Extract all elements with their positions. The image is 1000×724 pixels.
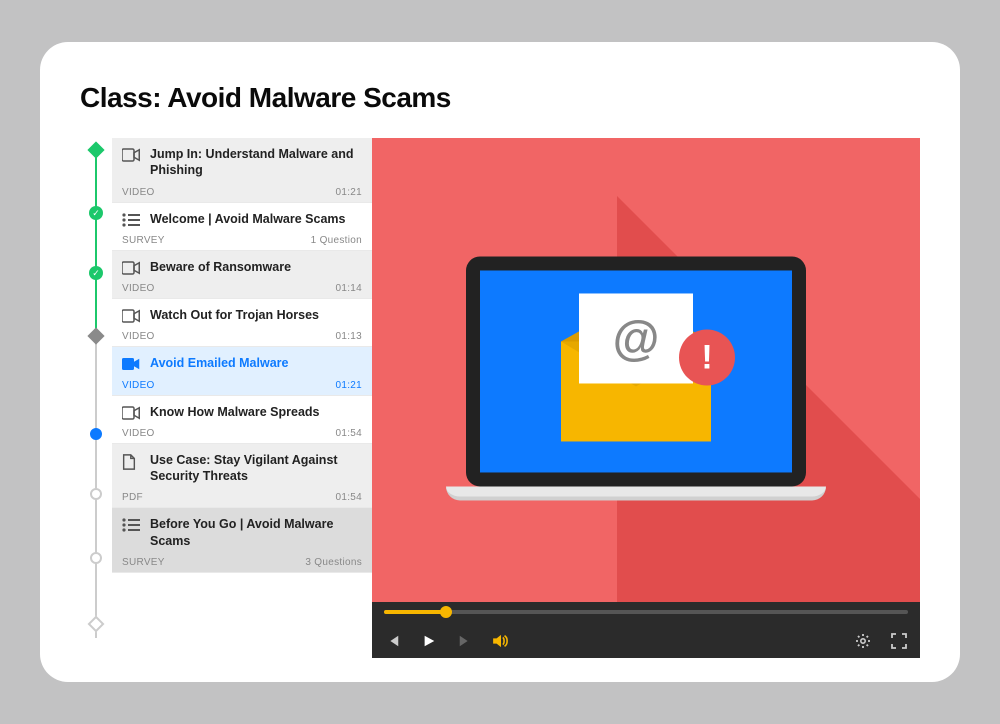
lesson-title: Know How Malware Spreads <box>150 404 319 420</box>
video-icon <box>122 261 140 275</box>
video-controls-bar <box>372 602 920 658</box>
lesson-item[interactable]: Welcome | Avoid Malware Scams SURVEY 1 Q… <box>112 203 372 251</box>
lesson-type: PDF <box>122 492 143 503</box>
progress-thumb[interactable] <box>440 606 452 618</box>
lessons-list: Jump In: Understand Malware and Phishing… <box>112 138 372 658</box>
lesson-item[interactable]: Use Case: Stay Vigilant Against Security… <box>112 444 372 509</box>
lesson-title: Welcome | Avoid Malware Scams <box>150 211 345 227</box>
document-icon <box>122 454 140 468</box>
lesson-duration: 01:21 <box>335 187 362 198</box>
lesson-duration: 01:13 <box>335 331 362 342</box>
progress-track[interactable] <box>384 610 908 614</box>
lesson-type: VIDEO <box>122 331 155 342</box>
lesson-duration: 01:21 <box>335 380 362 391</box>
lesson-question-count: 3 Questions <box>305 557 362 568</box>
settings-button[interactable] <box>854 632 872 650</box>
video-icon <box>122 148 140 162</box>
video-icon <box>122 406 140 420</box>
lesson-type: VIDEO <box>122 428 155 439</box>
laptop-base <box>446 486 826 500</box>
content-row: ✓ ✓ Jump In: Understand Malware and Phis… <box>80 138 920 658</box>
timeline-node-end <box>88 616 105 633</box>
list-icon <box>122 518 140 532</box>
lesson-item[interactable]: Know How Malware Spreads VIDEO 01:54 <box>112 396 372 444</box>
timeline-node-active <box>90 428 102 440</box>
lesson-duration: 01:54 <box>335 428 362 439</box>
lesson-duration: 01:14 <box>335 283 362 294</box>
laptop-illustration: @ ! <box>466 256 826 500</box>
at-symbol: @ <box>613 311 660 366</box>
video-icon <box>122 357 140 371</box>
lesson-title: Avoid Emailed Malware <box>150 355 288 371</box>
lesson-item[interactable]: Jump In: Understand Malware and Phishing… <box>112 138 372 203</box>
next-button[interactable] <box>456 632 474 650</box>
laptop-screen: @ ! <box>466 256 806 486</box>
envelope-icon: @ ! <box>561 341 711 441</box>
lesson-type: SURVEY <box>122 235 165 246</box>
course-card: Class: Avoid Malware Scams ✓ ✓ Jump In: <box>40 42 960 682</box>
email-letter: @ <box>579 293 693 383</box>
timeline-progress <box>95 148 97 334</box>
timeline-node-check-1: ✓ <box>89 206 103 220</box>
lesson-title: Use Case: Stay Vigilant Against Security… <box>150 452 362 485</box>
lesson-item[interactable]: Before You Go | Avoid Malware Scams SURV… <box>112 508 372 573</box>
lesson-item-active[interactable]: Avoid Emailed Malware VIDEO 01:21 <box>112 347 372 395</box>
lesson-type: VIDEO <box>122 380 155 391</box>
progress-timeline: ✓ ✓ <box>80 138 112 658</box>
lesson-type: VIDEO <box>122 283 155 294</box>
lesson-title: Watch Out for Trojan Horses <box>150 307 319 323</box>
lesson-question-count: 1 Question <box>311 235 362 246</box>
timeline-node-check-2: ✓ <box>89 266 103 280</box>
timeline-node-pending-2 <box>90 552 102 564</box>
timeline-node-current-section <box>88 328 105 345</box>
video-player-area: @ ! <box>372 138 920 658</box>
exclamation-symbol: ! <box>701 338 712 377</box>
page-title: Class: Avoid Malware Scams <box>80 82 920 114</box>
fullscreen-button[interactable] <box>890 632 908 650</box>
laptop-display: @ ! <box>480 270 792 472</box>
progress-fill <box>384 610 444 614</box>
lesson-title: Before You Go | Avoid Malware Scams <box>150 516 362 549</box>
volume-button[interactable] <box>492 632 510 650</box>
lesson-item[interactable]: Beware of Ransomware VIDEO 01:14 <box>112 251 372 299</box>
list-icon <box>122 213 140 227</box>
lesson-duration: 01:54 <box>335 492 362 503</box>
lesson-item[interactable]: Watch Out for Trojan Horses VIDEO 01:13 <box>112 299 372 347</box>
lesson-title: Jump In: Understand Malware and Phishing <box>150 146 362 179</box>
timeline-node-pending-1 <box>90 488 102 500</box>
lesson-type: SURVEY <box>122 557 165 568</box>
play-button[interactable] <box>420 632 438 650</box>
previous-button[interactable] <box>384 632 402 650</box>
timeline-node-start <box>88 142 105 159</box>
lesson-title: Beware of Ransomware <box>150 259 291 275</box>
video-icon <box>122 309 140 323</box>
lesson-type: VIDEO <box>122 187 155 198</box>
alert-badge-icon: ! <box>679 329 735 385</box>
